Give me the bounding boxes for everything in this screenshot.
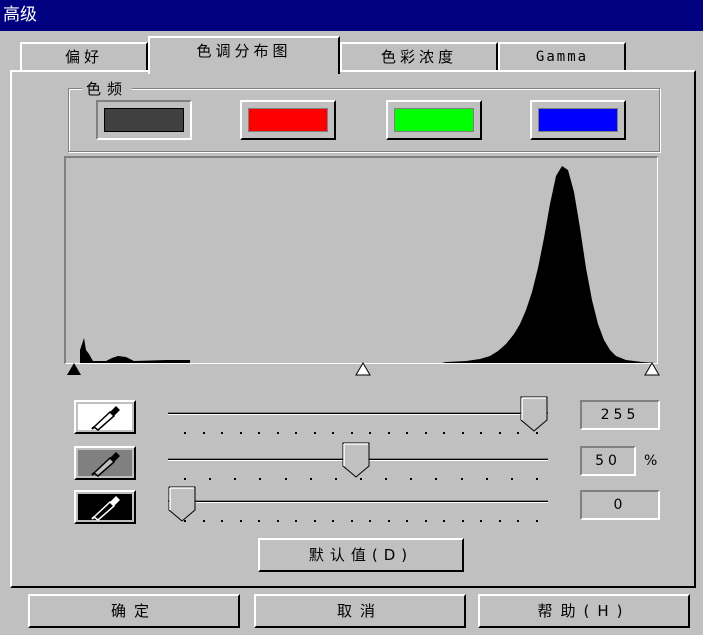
channel-group-label: 色频	[82, 78, 133, 99]
highlight-slider-ticks	[184, 432, 538, 436]
shadow-eyedropper-button[interactable]	[74, 490, 136, 524]
tab-preferences[interactable]: 偏好	[20, 42, 148, 70]
red-swatch	[248, 108, 328, 132]
channel-gray-button[interactable]	[96, 100, 192, 140]
white-point-marker[interactable]	[644, 362, 660, 376]
green-swatch	[394, 108, 474, 132]
default-values-button[interactable]: 默认值(D)	[258, 538, 464, 572]
tab-gamma[interactable]: Gamma	[498, 42, 626, 70]
help-button-label: 帮助(H)	[537, 602, 631, 620]
tab-histogram[interactable]: 色调分布图	[148, 36, 340, 74]
midtone-eyedropper-button[interactable]	[74, 446, 136, 480]
histogram-graph	[80, 166, 656, 363]
midtone-value[interactable]: 50	[580, 446, 636, 476]
histogram	[64, 156, 658, 364]
highlight-eyedropper-button[interactable]	[74, 400, 136, 434]
tab-saturation[interactable]: 色彩浓度	[340, 42, 498, 70]
channel-red-button[interactable]	[240, 100, 336, 140]
tab-label: 色彩浓度	[380, 48, 457, 66]
cancel-button[interactable]: 取消	[254, 594, 466, 628]
midtone-unit: %	[644, 453, 658, 469]
blue-swatch	[538, 108, 618, 132]
channel-blue-button[interactable]	[530, 100, 626, 140]
gray-swatch	[104, 108, 184, 132]
midpoint-marker[interactable]	[355, 362, 371, 376]
highlight-slider-track[interactable]	[168, 412, 548, 415]
black-point-marker[interactable]	[66, 362, 82, 376]
highlight-slider-thumb[interactable]	[520, 396, 548, 432]
channel-green-button[interactable]	[386, 100, 482, 140]
ok-button-label: 确定	[110, 602, 157, 620]
shadow-slider-track[interactable]	[168, 500, 548, 503]
window-title: 高级	[3, 5, 37, 25]
eyedropper-icon	[78, 404, 132, 431]
tab-label: 色调分布图	[196, 42, 292, 60]
midtone-slider-thumb[interactable]	[342, 442, 370, 478]
eyedropper-icon	[78, 494, 132, 521]
ok-button[interactable]: 确定	[28, 594, 240, 628]
shadow-slider-thumb[interactable]	[168, 486, 196, 522]
tab-label: Gamma	[535, 49, 589, 65]
title-bar: 高级	[0, 0, 703, 31]
midtone-slider-ticks	[184, 478, 538, 482]
cancel-button-label: 取消	[336, 602, 383, 620]
eyedropper-icon	[78, 450, 132, 477]
shadow-slider-ticks	[184, 520, 538, 524]
help-button[interactable]: 帮助(H)	[478, 594, 690, 628]
midtone-value-text: 50	[595, 453, 621, 469]
highlight-value-text: 255	[600, 407, 640, 423]
highlight-value[interactable]: 255	[580, 400, 660, 430]
shadow-value[interactable]: 0	[580, 490, 660, 520]
shadow-value-text: 0	[613, 497, 627, 513]
tab-label: 偏好	[64, 48, 103, 66]
default-button-label: 默认值(D)	[308, 546, 414, 564]
